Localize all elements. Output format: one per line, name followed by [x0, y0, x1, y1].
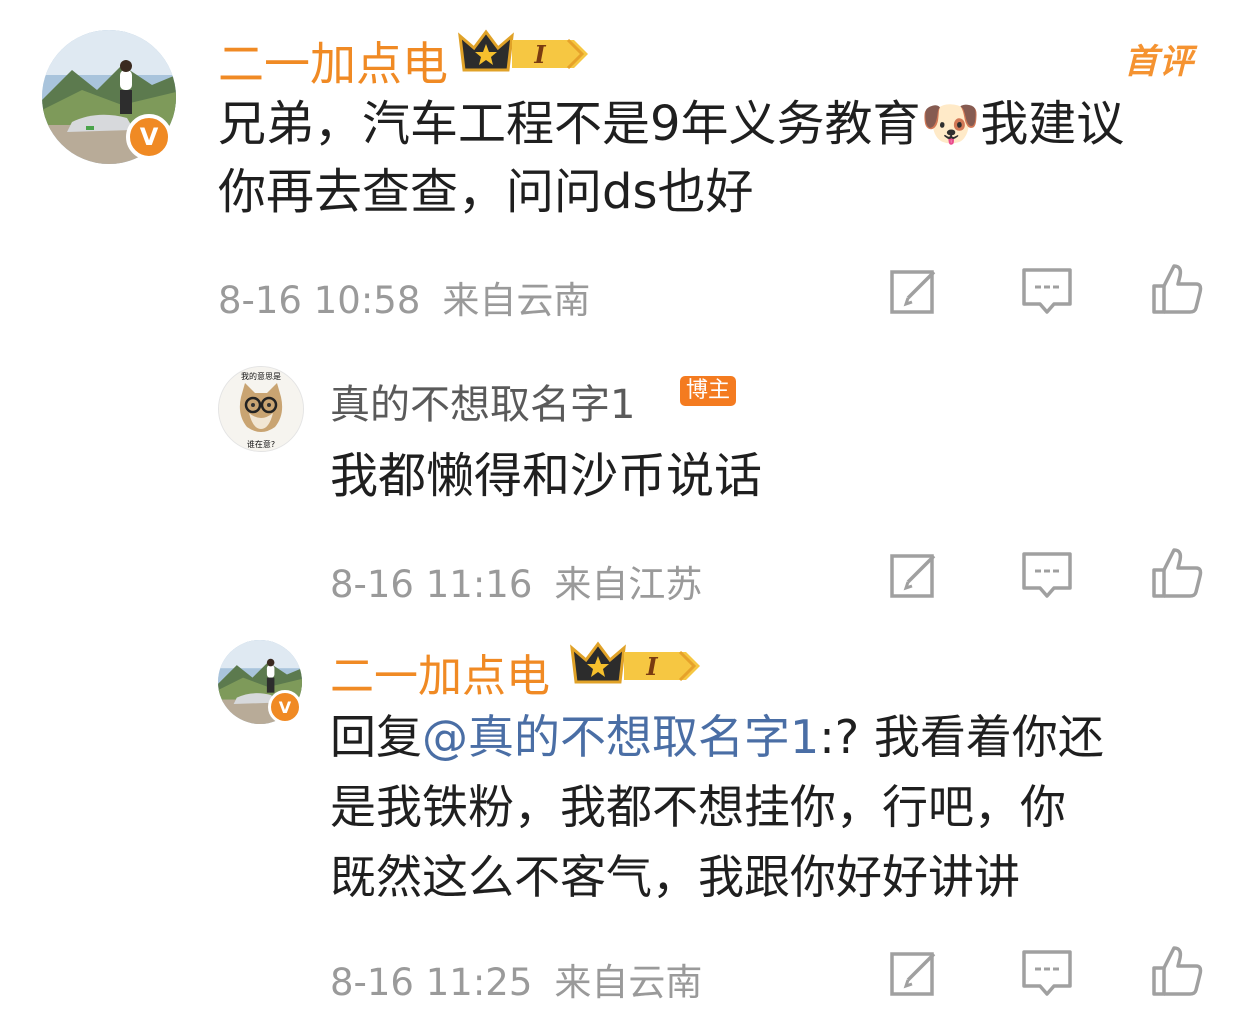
comment-text: 回复@真的不想取名字1:? 我看着你还 是我铁粉，我都不想挂你，行吧，你 既然这…: [330, 714, 1104, 900]
like-icon: [1152, 946, 1203, 996]
comment-line: 是我铁粉，我都不想挂你，行吧，你: [330, 780, 1066, 834]
reply-text: :? 我看着你还: [819, 710, 1104, 764]
comment-line: 兄弟，汽车工程不是9年义务教育🐶我建议: [218, 96, 1125, 152]
blogger-badge: 博主: [680, 376, 737, 406]
comment-meta: 8-16 11:25 来自云南: [330, 952, 702, 1006]
forward-button[interactable]: [888, 548, 942, 602]
crown-icon: I: [458, 29, 588, 72]
comment-icon: [1022, 950, 1072, 996]
comment-meta: 8-16 10:58 来自云南: [218, 270, 590, 324]
username[interactable]: 真的不想取名字1: [330, 372, 635, 430]
username[interactable]: 二一加点电: [218, 28, 448, 94]
comment-text: 兄弟，汽车工程不是9年义务教育🐶我建议 你再去查查，问问ds也好: [218, 100, 1124, 216]
like-button[interactable]: [1150, 546, 1204, 600]
edit-icon: [890, 270, 936, 314]
reply-button[interactable]: [1020, 946, 1074, 1000]
timestamp: 8-16 10:58: [218, 279, 421, 322]
avatar-caption-top: 我的意思是: [241, 371, 281, 381]
reply-button[interactable]: [1020, 264, 1074, 318]
timestamp: 8-16 11:16: [330, 563, 533, 606]
avatar[interactable]: 我的意思是 谁在意?: [218, 366, 304, 452]
like-button[interactable]: [1150, 944, 1204, 998]
like-icon: [1152, 548, 1203, 598]
location: 来自江苏: [554, 563, 703, 606]
comment-icon: [1022, 268, 1072, 314]
forward-button[interactable]: [888, 946, 942, 1000]
reply-button[interactable]: [1020, 548, 1074, 602]
verified-icon: V: [268, 690, 302, 724]
comment-icon: [1022, 552, 1072, 598]
avatar-caption-bottom: 谁在意?: [247, 439, 275, 449]
location: 来自云南: [554, 961, 703, 1004]
comment-meta: 8-16 11:16 来自江苏: [330, 554, 702, 608]
timestamp: 8-16 11:25: [330, 961, 533, 1004]
reply-prefix: 回复: [330, 710, 422, 764]
comment-line: 你再去查查，问问ds也好: [218, 164, 754, 220]
level-text: I: [533, 40, 546, 69]
edit-icon: [890, 952, 936, 996]
username[interactable]: 二一加点电: [330, 640, 550, 704]
comment-line: 回复@真的不想取名字1:? 我看着你还: [330, 714, 1104, 784]
edit-icon: [890, 554, 936, 598]
comment-text: 我都懒得和沙币说话: [330, 452, 762, 500]
crown-icon: I: [570, 641, 700, 684]
comment-line: 我都懒得和沙币说话: [330, 448, 763, 504]
verified-icon: V: [126, 114, 172, 160]
like-icon: [1152, 264, 1203, 314]
level-text: I: [645, 652, 658, 681]
cat-avatar-image: 我的意思是 谁在意?: [219, 367, 303, 451]
location: 来自云南: [442, 279, 591, 322]
mention-link[interactable]: @真的不想取名字1: [422, 710, 819, 764]
forward-button[interactable]: [888, 264, 942, 318]
comment-line: 既然这么不客气，我跟你好好讲讲: [330, 850, 1020, 904]
like-button[interactable]: [1150, 262, 1204, 316]
first-comment-tag: 首评: [1124, 42, 1194, 82]
